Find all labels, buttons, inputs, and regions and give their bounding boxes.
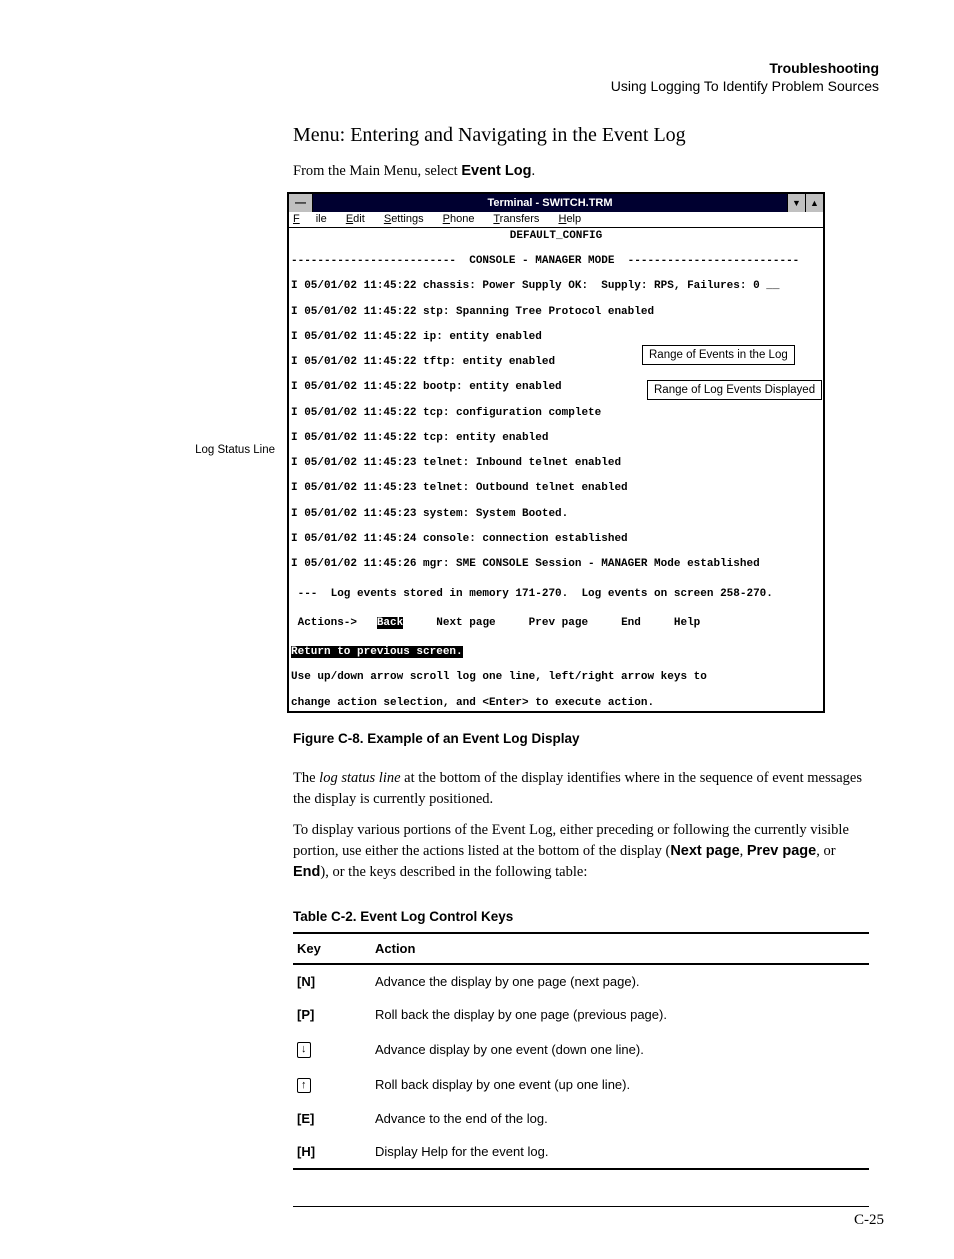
header-sub: Using Logging To Identify Problem Source… (60, 78, 879, 94)
em-log-status-line: log status line (319, 770, 400, 786)
menu-transfers[interactable]: Transfers (493, 213, 539, 225)
menu-settings[interactable]: Settings (384, 213, 424, 225)
section-heading: Menu: Entering and Navigating in the Eve… (293, 124, 869, 147)
terminal-body: DEFAULT_CONFIG -------------------------… (289, 228, 823, 712)
table-caption: Table C-2. Event Log Control Keys (293, 909, 869, 924)
figure-caption: Figure C-8. Example of an Event Log Disp… (293, 731, 869, 746)
key-cell: [H] (293, 1135, 371, 1169)
header-title: Troubleshooting (60, 60, 879, 76)
intro-pre: From the Main Menu, select (293, 163, 461, 179)
bottom-rule (293, 1206, 869, 1207)
log-line: I 05/01/02 11:45:24 console: connection … (291, 533, 821, 546)
key-cell: ↓ (293, 1031, 371, 1066)
log-line: I 05/01/02 11:45:23 system: System Boote… (291, 508, 821, 521)
menu-edit[interactable]: Edit (346, 213, 365, 225)
action-cell: Advance display by one event (down one l… (371, 1031, 869, 1066)
terminal-menubar: File Edit Settings Phone Transfers Help (289, 212, 823, 228)
action-cell: Advance to the end of the log. (371, 1102, 869, 1135)
log-line: I 05/01/02 11:45:22 tcp: configuration c… (291, 407, 821, 420)
callout-range-displayed: Range of Log Events Displayed (647, 380, 822, 400)
action-cell: Display Help for the event log. (371, 1135, 869, 1169)
down-arrow-icon: ↓ (297, 1042, 311, 1057)
key-cell: ↑ (293, 1067, 371, 1102)
action-cell: Roll back display by one event (up one l… (371, 1067, 869, 1102)
log-line: I 05/01/02 11:45:23 telnet: Outbound tel… (291, 482, 821, 495)
terminal-titlebar: — Terminal - SWITCH.TRM ▼ ▲ (289, 194, 823, 212)
maximize-button[interactable]: ▲ (805, 194, 823, 212)
table-row: [H] Display Help for the event log. (293, 1135, 869, 1169)
terminal-title: Terminal - SWITCH.TRM (313, 197, 787, 210)
table-row: ↓ Advance display by one event (down one… (293, 1031, 869, 1066)
actions-line: Actions-> Back Next page Prev page End H… (291, 617, 821, 630)
event-log-keys-table: Key Action [N] Advance the display by on… (293, 932, 869, 1169)
terminal-figure: Log Status Line Range of Events in the L… (287, 192, 869, 713)
table-row: [E] Advance to the end of the log. (293, 1102, 869, 1135)
bold-prev-page: Prev page (747, 843, 816, 859)
col-header-action: Action (371, 933, 869, 964)
footer-hint: Use up/down arrow scroll log one line, l… (291, 671, 821, 684)
paragraph-2: To display various portions of the Event… (293, 820, 869, 883)
side-callout-log-status: Log Status Line (155, 444, 275, 456)
config-line: DEFAULT_CONFIG (291, 230, 821, 243)
intro-post: . (531, 163, 535, 179)
log-line: I 05/01/02 11:45:22 tcp: entity enabled (291, 432, 821, 445)
key-cell: [E] (293, 1102, 371, 1135)
table-row: [N] Advance the display by one page (nex… (293, 964, 869, 998)
intro-paragraph: From the Main Menu, select Event Log. (293, 161, 869, 182)
minimize-button[interactable]: ▼ (787, 194, 805, 212)
bold-next-page: Next page (670, 843, 739, 859)
log-line: I 05/01/02 11:45:22 ip: entity enabled (291, 331, 821, 344)
key-cell: [N] (293, 964, 371, 998)
log-line: I 05/01/02 11:45:22 chassis: Power Suppl… (291, 280, 821, 293)
intro-bold: Event Log (461, 163, 531, 179)
menu-file[interactable]: File (293, 213, 327, 225)
terminal-window: — Terminal - SWITCH.TRM ▼ ▲ File Edit Se… (287, 192, 825, 713)
callout-range-in-log: Range of Events in the Log (642, 345, 795, 365)
bold-end: End (293, 864, 320, 880)
log-line: I 05/01/02 11:45:26 mgr: SME CONSOLE Ses… (291, 558, 821, 571)
mode-line: ------------------------- CONSOLE - MANA… (291, 255, 821, 268)
table-row: [P] Roll back the display by one page (p… (293, 998, 869, 1031)
footer-hint: change action selection, and <Enter> to … (291, 697, 821, 710)
back-action[interactable]: Back (377, 617, 403, 629)
log-line: I 05/01/02 11:45:23 telnet: Inbound teln… (291, 457, 821, 470)
up-arrow-icon: ↑ (297, 1078, 311, 1093)
footer-hint: Return to previous screen. (291, 646, 463, 658)
page-number: C-25 (854, 1212, 884, 1229)
action-cell: Roll back the display by one page (previ… (371, 998, 869, 1031)
col-header-key: Key (293, 933, 371, 964)
paragraph-1: The log status line at the bottom of the… (293, 768, 869, 810)
log-line: I 05/01/02 11:45:22 stp: Spanning Tree P… (291, 306, 821, 319)
menu-help[interactable]: Help (558, 213, 581, 225)
menu-phone[interactable]: Phone (443, 213, 475, 225)
status-line: --- Log events stored in memory 171-270.… (291, 588, 821, 601)
table-row: ↑ Roll back display by one event (up one… (293, 1067, 869, 1102)
action-cell: Advance the display by one page (next pa… (371, 964, 869, 998)
sysmenu-icon[interactable]: — (289, 194, 313, 212)
key-cell: [P] (293, 998, 371, 1031)
